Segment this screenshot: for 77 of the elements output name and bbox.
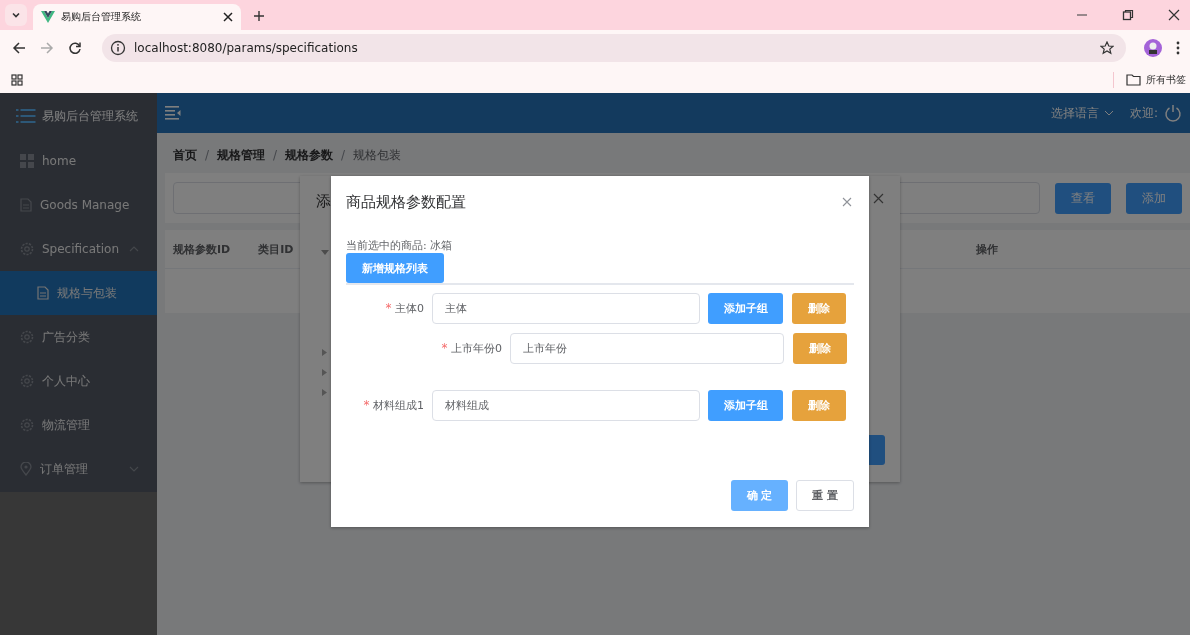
tab-list-button[interactable] (5, 4, 27, 26)
table-header: 规格参数ID (173, 241, 231, 257)
folder-icon (1126, 73, 1141, 86)
welcome-text: 欢迎: (1129, 104, 1158, 122)
restore-icon[interactable] (1122, 9, 1134, 21)
field-label: 材料组成1 (373, 399, 424, 412)
sidebar-subitem[interactable]: 规格与包装 (0, 271, 157, 315)
more-icon[interactable] (1176, 41, 1180, 55)
list-icon (16, 108, 36, 124)
table-header: 操作 (976, 241, 998, 257)
sidebar-item[interactable]: 个人中心 (0, 359, 157, 403)
all-bookmarks-button[interactable]: 所有书签 (1126, 72, 1186, 87)
reload-icon[interactable] (68, 41, 82, 55)
info-icon (110, 40, 126, 56)
add-subgroup-button[interactable]: 添加子组 (708, 293, 783, 324)
tab-title: 易购后台管理系统 (61, 10, 142, 24)
table-header: 类目ID (258, 241, 294, 257)
document-icon (20, 198, 32, 212)
breadcrumb-item[interactable]: 规格管理 (217, 146, 266, 164)
sidebar-item[interactable]: Goods Manage (0, 183, 157, 227)
text-field[interactable]: 主体 (432, 293, 700, 324)
chevron-down-icon (11, 10, 21, 20)
breadcrumb-item[interactable]: 首页 (173, 146, 197, 164)
address-bar[interactable]: localhost:8080/params/specifications (102, 34, 1126, 62)
search-button[interactable]: 添加 (1126, 182, 1182, 214)
search-button[interactable]: 查看 (1055, 182, 1111, 214)
dialog-title: 添 (316, 192, 331, 211)
current-item-text: 当前选中的商品: 冰箱 (346, 239, 454, 253)
delete-button[interactable]: 删除 (793, 333, 847, 364)
text-field[interactable]: 上市年份 (510, 333, 784, 364)
location-pin-icon (20, 462, 32, 476)
sidebar-item[interactable]: 订单管理 (0, 447, 157, 491)
delete-button[interactable]: 删除 (792, 293, 846, 324)
caret-icon (1103, 110, 1114, 116)
close-icon[interactable] (1168, 9, 1180, 21)
breadcrumb-separator: / (205, 148, 210, 162)
tree-carets-drawing (322, 349, 327, 397)
url-text: localhost:8080/params/specifications (134, 41, 358, 55)
gear-icon (20, 374, 34, 388)
confirm-button[interactable]: 确 定 (731, 480, 788, 511)
gear-icon (20, 330, 34, 344)
gear-icon (20, 242, 34, 256)
grid-icon (20, 154, 34, 168)
add-subgroup-button[interactable]: 添加子组 (708, 390, 783, 421)
app-title: 易购后台管理系统 (42, 107, 138, 125)
dialog-title: 商品规格参数配置 (346, 192, 466, 212)
field-label: 上市年份0 (451, 342, 502, 355)
v-logo-icon (41, 11, 55, 23)
apps-icon[interactable] (11, 73, 23, 86)
breadcrumb-item: 规格包装 (353, 146, 402, 164)
required-mark: * (385, 301, 392, 315)
sidebar-item[interactable]: 广告分类 (0, 315, 157, 359)
language-dropdown[interactable]: 选择语言 (1050, 104, 1114, 122)
dropdown-arrow-icon (321, 250, 329, 255)
profile-avatar-icon[interactable] (1144, 39, 1162, 57)
star-icon[interactable] (1100, 41, 1114, 55)
sidebar-item[interactable]: Specification (0, 227, 157, 271)
delete-button[interactable]: 删除 (792, 390, 846, 421)
breadcrumb-separator: / (273, 148, 278, 162)
new-tab-icon[interactable] (253, 10, 265, 22)
gear-icon (20, 418, 34, 432)
add-spec-list-button[interactable]: 新增规格列表 (346, 253, 444, 283)
required-mark: * (363, 398, 370, 412)
field-label: 主体0 (395, 302, 424, 315)
sidebar-item[interactable]: 物流管理 (0, 403, 157, 447)
breadcrumb-item[interactable]: 规格参数 (285, 146, 334, 164)
reset-button[interactable]: 重 置 (796, 480, 854, 511)
browser-tab[interactable]: 易购后台管理系统 (33, 4, 241, 30)
collapse-menu-icon[interactable] (165, 106, 181, 120)
sidebar-item[interactable]: home (0, 139, 157, 183)
text-field[interactable]: 材料组成 (432, 390, 700, 421)
back-icon[interactable] (12, 41, 26, 55)
required-mark: * (441, 341, 448, 355)
document-icon (37, 286, 49, 300)
power-icon[interactable] (1164, 104, 1182, 122)
close-icon[interactable] (223, 12, 233, 22)
breadcrumb-separator: / (341, 148, 346, 162)
